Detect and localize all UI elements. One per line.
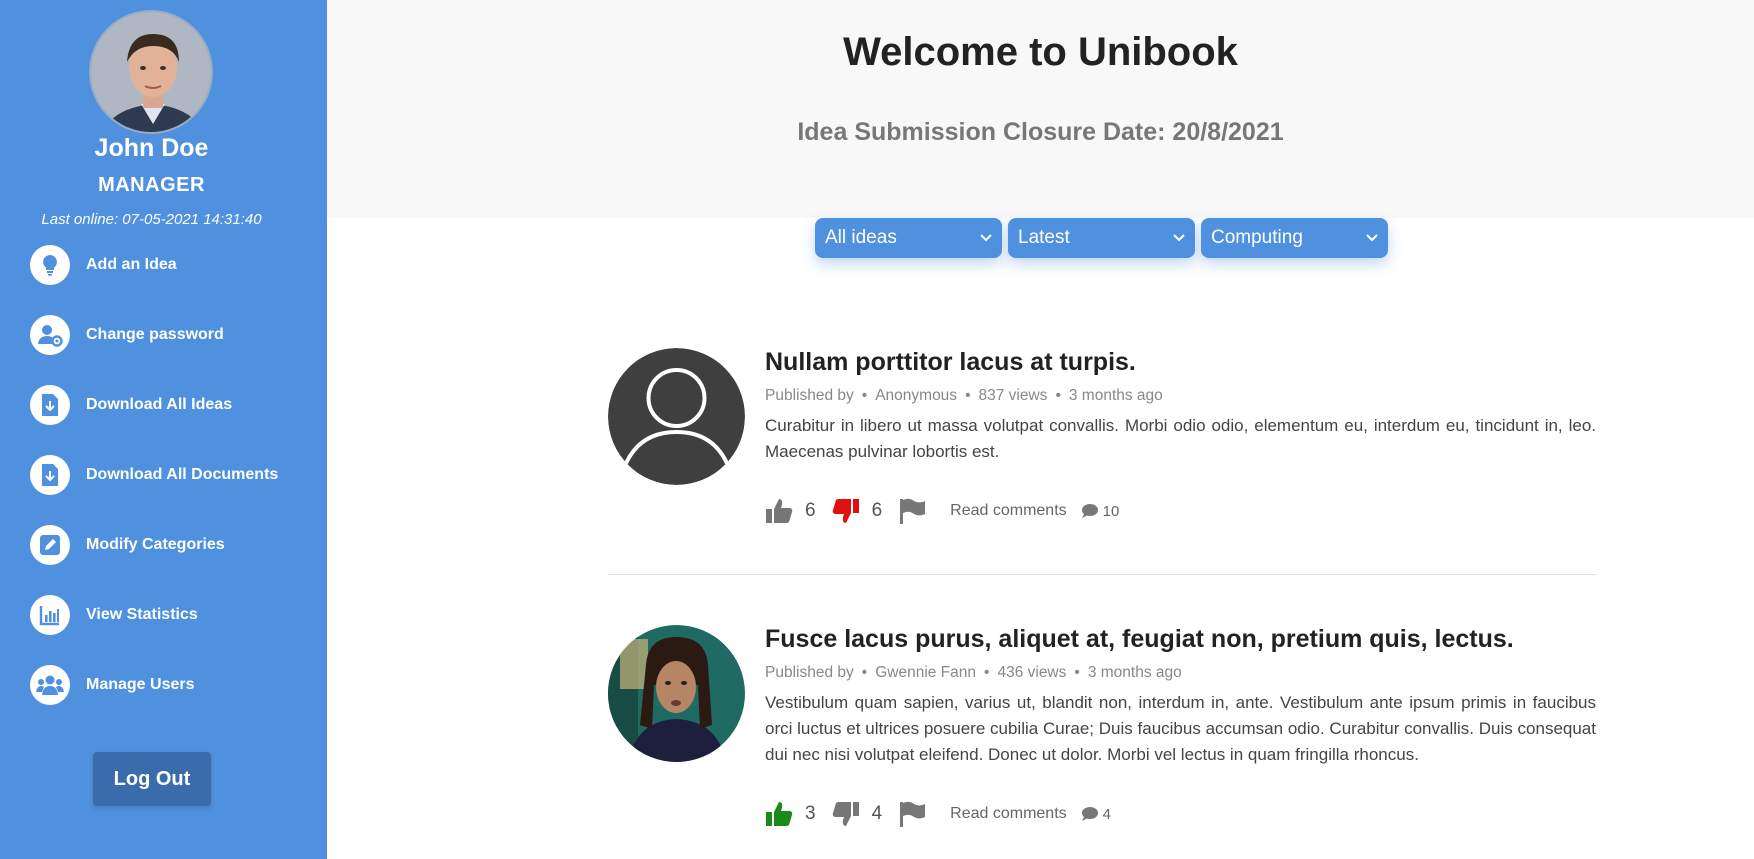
- sidebar-item-manage-users[interactable]: Manage Users: [30, 665, 195, 705]
- published-by-label: Published by: [765, 664, 854, 681]
- last-online-text: Last online: 07-05-2021 14:31:40: [41, 211, 262, 228]
- sidebar-item-add-idea[interactable]: Add an Idea: [30, 245, 177, 285]
- idea-author-avatar: [608, 625, 745, 762]
- sidebar-item-view-statistics[interactable]: View Statistics: [30, 595, 198, 635]
- lightbulb-icon: [30, 245, 70, 285]
- like-count: 6: [805, 500, 816, 521]
- idea-body: Curabitur in libero ut massa volutpat co…: [765, 416, 1596, 461]
- idea-views: 436 views: [997, 664, 1067, 681]
- thumbs-up-icon[interactable]: [765, 497, 793, 525]
- sidebar: John Doe MANAGER Last online: 07-05-2021…: [0, 0, 327, 859]
- filter-ideas-value: All ideas: [825, 227, 897, 248]
- idea-author: Gwennie Fann: [875, 664, 977, 681]
- idea-meta: Published by • Anonymous • 837 views • 3 month…: [765, 387, 1163, 404]
- idea-actions: 6 6 Read comments 10: [765, 496, 1119, 526]
- chevron-down-icon: [1366, 234, 1378, 242]
- sidebar-item-label: Download All Documents: [86, 466, 279, 483]
- comment-icon: [1081, 504, 1098, 518]
- comments-indicator: 10: [1081, 502, 1120, 520]
- sidebar-item-label: Download All Ideas: [86, 396, 233, 413]
- sidebar-item-label: View Statistics: [86, 606, 198, 623]
- closure-date: Idea Submission Closure Date: 20/8/2021: [797, 118, 1284, 146]
- file-download-icon: [30, 385, 70, 425]
- idea-title[interactable]: Fusce lacus purus, aliquet at, feugiat n…: [765, 625, 1514, 654]
- like-count: 3: [805, 803, 816, 824]
- edit-icon: [30, 525, 70, 565]
- chevron-down-icon: [980, 234, 992, 242]
- read-comments-link[interactable]: Read comments: [950, 502, 1067, 520]
- file-download-icon: [30, 455, 70, 495]
- dislike-count: 4: [871, 803, 883, 824]
- divider: [608, 574, 1596, 575]
- filter-category-select[interactable]: Computing: [1201, 218, 1388, 258]
- page-title: Welcome to Unibook: [843, 30, 1238, 74]
- sidebar-item-label: Manage Users: [86, 676, 195, 693]
- users-icon: [30, 665, 70, 705]
- chevron-down-icon: [1173, 234, 1185, 242]
- thumbs-down-icon[interactable]: [832, 800, 860, 828]
- sidebar-item-label: Change password: [86, 326, 224, 343]
- user-avatar: [89, 10, 213, 134]
- filter-category-value: Computing: [1211, 227, 1303, 248]
- idea-meta: Published by • Gwennie Fann • 436 views • 3 mo…: [765, 664, 1182, 681]
- idea-time: 3 months ago: [1068, 387, 1163, 404]
- comments-indicator: 4: [1081, 806, 1111, 823]
- idea-views: 837 views: [978, 387, 1048, 404]
- page-header: Welcome to Unibook Idea Submission Closu…: [327, 0, 1754, 218]
- user-gear-icon: [30, 315, 70, 355]
- sidebar-item-label: Add an Idea: [86, 256, 177, 273]
- idea-title[interactable]: Nullam porttitor lacus at turpis.: [765, 348, 1136, 377]
- user-name: John Doe: [94, 134, 209, 162]
- flag-icon[interactable]: [898, 800, 926, 828]
- thumbs-up-icon[interactable]: [765, 800, 793, 828]
- idea-author: Anonymous: [875, 387, 958, 404]
- flag-icon[interactable]: [898, 497, 926, 525]
- sidebar-item-download-documents[interactable]: Download All Documents: [30, 455, 278, 495]
- comment-icon: [1081, 807, 1098, 821]
- sidebar-item-change-password[interactable]: Change password: [30, 315, 224, 355]
- idea-time: 3 months ago: [1087, 664, 1182, 681]
- idea-body: Vestibulum quam sapien, varius ut, bland…: [765, 693, 1596, 764]
- idea-author-avatar: [608, 348, 745, 485]
- comment-count: 4: [1102, 805, 1111, 823]
- sidebar-item-modify-categories[interactable]: Modify Categories: [30, 525, 225, 565]
- dislike-count: 6: [871, 500, 883, 521]
- read-comments-link[interactable]: Read comments: [950, 805, 1067, 823]
- published-by-label: Published by: [765, 387, 854, 404]
- sidebar-item-label: Modify Categories: [86, 536, 225, 553]
- filter-sort-value: Latest: [1018, 227, 1070, 248]
- thumbs-down-icon[interactable]: [832, 497, 860, 525]
- idea-actions: 3 4 Read comments 4: [765, 799, 1111, 829]
- comment-count: 10: [1102, 502, 1120, 520]
- user-role: MANAGER: [98, 174, 205, 196]
- chart-icon: [30, 595, 70, 635]
- filter-sort-select[interactable]: Latest: [1008, 218, 1195, 258]
- filter-ideas-select[interactable]: All ideas: [815, 218, 1002, 258]
- sidebar-item-download-ideas[interactable]: Download All Ideas: [30, 385, 232, 425]
- logout-button[interactable]: Log Out: [93, 752, 211, 806]
